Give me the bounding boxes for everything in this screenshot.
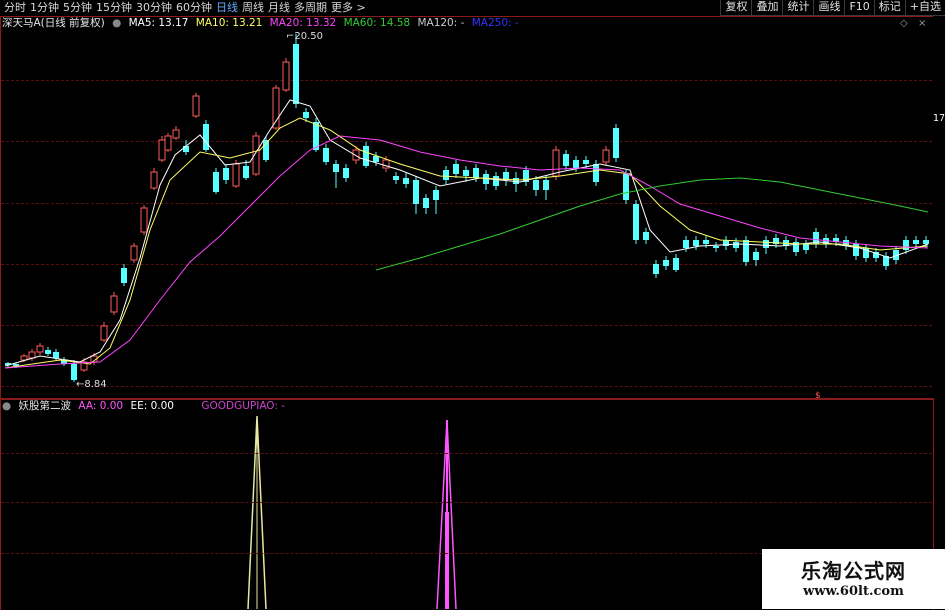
candle-body	[713, 246, 719, 248]
candle-body	[493, 176, 499, 186]
candle-body	[473, 168, 479, 178]
candle-body	[232, 163, 240, 187]
candle-body	[293, 44, 299, 104]
candle-body	[110, 295, 118, 313]
grid-line	[1, 502, 932, 503]
site-watermark: 乐淘公式网 www.60lt.com	[762, 549, 945, 609]
candle-body	[20, 355, 28, 361]
candle-body	[100, 325, 108, 341]
candle-body	[272, 87, 280, 129]
candle-body	[423, 198, 429, 208]
candle-body	[663, 260, 669, 266]
candle-body	[282, 61, 290, 91]
grid-line	[1, 453, 932, 454]
candle-body	[703, 240, 709, 244]
candle-body	[413, 180, 419, 204]
candle-body	[192, 95, 200, 117]
candle-body	[53, 352, 59, 358]
candle-body	[733, 242, 739, 248]
watermark-url: www.60lt.com	[803, 584, 904, 599]
candle-body	[803, 244, 809, 250]
candle-body	[203, 124, 209, 150]
candle-body	[28, 351, 36, 359]
low-price-label: ←8.84	[76, 379, 107, 390]
candle-body	[352, 149, 360, 161]
candle-body	[158, 139, 166, 161]
candle-body	[363, 146, 369, 166]
candle-body	[373, 156, 379, 162]
candle-body	[183, 146, 189, 152]
candle-body	[303, 112, 309, 118]
candle-body	[213, 172, 219, 192]
candle-body	[693, 240, 699, 246]
candle-body	[164, 135, 172, 151]
settings-dot-icon[interactable]: ●	[2, 400, 11, 412]
candle-body	[393, 176, 399, 180]
candle-body	[623, 174, 629, 200]
candle-body	[36, 345, 44, 353]
candle-body	[403, 178, 409, 184]
ma60-line	[375, 177, 929, 271]
candle-body	[602, 149, 610, 163]
ma5-line	[4, 99, 929, 367]
candle-body	[463, 170, 469, 176]
candle-body	[223, 168, 229, 180]
candle-body	[45, 350, 51, 354]
candle-body	[673, 258, 679, 270]
indicator-legend: ● 妖股第二波 AA: 0.00 EE: 0.00 GOODGUPIAO: -	[2, 400, 289, 413]
aa-value: AA: 0.00	[78, 400, 124, 412]
candle-body	[150, 171, 158, 189]
candle-body	[923, 240, 929, 244]
candle-body	[633, 204, 639, 240]
extra-value: GOODGUPIAO: -	[201, 400, 286, 412]
candle-body	[130, 245, 138, 261]
candle-body	[71, 364, 77, 380]
candle-body	[453, 164, 459, 174]
candle-body	[613, 128, 619, 158]
candle-body	[583, 160, 589, 164]
candle-body	[743, 240, 749, 262]
high-price-label: ⌐20.50	[286, 31, 324, 42]
candle-body	[323, 148, 329, 162]
candle-body	[343, 168, 349, 178]
candle-body	[913, 240, 919, 244]
candle-body	[172, 129, 180, 139]
candle-body	[121, 268, 127, 283]
candle-body	[573, 160, 579, 168]
indicator-title: 妖股第二波	[18, 400, 72, 412]
low-price-value: 8.84	[84, 379, 107, 390]
candle-body	[653, 264, 659, 274]
candle-body	[763, 240, 769, 248]
candle-body	[533, 180, 539, 190]
candle-body	[593, 164, 599, 182]
watermark-title: 乐淘公式网	[801, 559, 906, 583]
candle-body	[543, 180, 549, 190]
candle-body	[333, 164, 339, 172]
high-price-value: 20.50	[294, 31, 324, 42]
candle-body	[140, 207, 148, 233]
candle-body	[563, 154, 569, 166]
candle-body	[243, 166, 249, 178]
candle-body	[643, 232, 649, 240]
candle-body	[683, 240, 689, 248]
candle-body	[433, 190, 439, 200]
ee-value: EE: 0.00	[130, 400, 174, 412]
ma10-line	[4, 117, 929, 369]
candle-body	[443, 170, 449, 180]
candle-body	[753, 252, 759, 260]
